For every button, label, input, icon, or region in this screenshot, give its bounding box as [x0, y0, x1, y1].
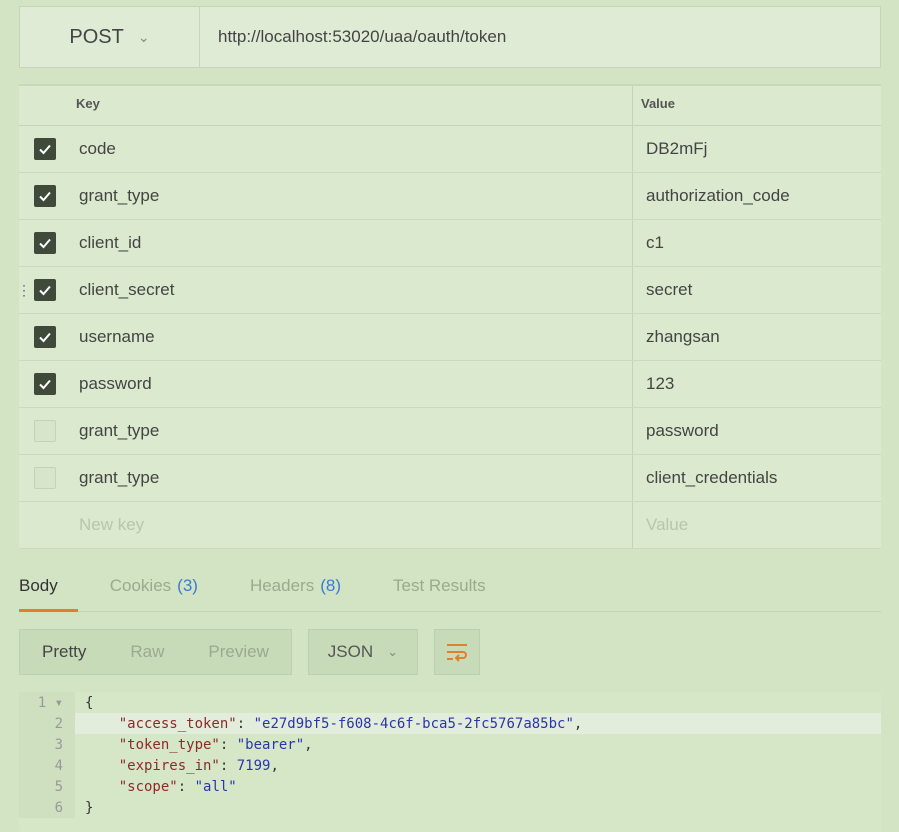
- param-row: grant_type client_credentials: [19, 455, 881, 502]
- key-column-header: Key: [71, 86, 633, 125]
- chevron-down-icon: ⌄: [387, 644, 399, 659]
- param-key[interactable]: client_secret: [71, 267, 633, 313]
- param-key[interactable]: client_id: [71, 220, 633, 266]
- checkmark-icon: [39, 144, 51, 155]
- headers-count: (8): [320, 575, 341, 595]
- line-number: 2: [19, 713, 75, 734]
- method-label: POST: [69, 25, 124, 48]
- drag-handle-icon[interactable]: ⋮: [17, 282, 31, 299]
- tab-body-label: Body: [19, 575, 58, 595]
- line-number: 6: [19, 797, 75, 818]
- param-row: password 123: [19, 361, 881, 408]
- param-checkbox[interactable]: [34, 185, 56, 207]
- tab-cookies-label: Cookies: [109, 575, 172, 595]
- param-key[interactable]: code: [71, 126, 633, 172]
- code-text: "token_type": "bearer",: [118, 736, 313, 753]
- param-row: code DB2mFj: [19, 126, 881, 173]
- tab-tests-label: Test Results: [393, 575, 486, 595]
- code-line: 6 }: [19, 797, 881, 818]
- param-value[interactable]: password: [633, 421, 881, 441]
- tab-headers[interactable]: Headers (8): [250, 560, 341, 611]
- format-label: JSON: [327, 642, 374, 661]
- checkmark-icon: [39, 285, 51, 296]
- param-value[interactable]: zhangsan: [633, 327, 881, 347]
- format-select[interactable]: JSON ⌄: [307, 629, 418, 675]
- checkmark-icon: [39, 332, 51, 343]
- param-value[interactable]: secret: [633, 280, 881, 300]
- param-checkbox[interactable]: [34, 232, 56, 254]
- param-checkbox[interactable]: [34, 420, 56, 442]
- params-table: Key Value code DB2mFj grant_type authori…: [17, 84, 881, 549]
- view-mode-group: Pretty Raw Preview: [19, 629, 292, 675]
- param-row: client_id c1: [19, 220, 881, 267]
- value-column-header: Value: [641, 96, 675, 111]
- tab-body[interactable]: Body: [19, 560, 78, 612]
- code-line: 4 "expires_in": 7199,: [19, 755, 881, 776]
- code-line: 5 "scope": "all": [19, 776, 881, 797]
- param-checkbox[interactable]: [34, 326, 56, 348]
- checkmark-icon: [39, 379, 51, 390]
- line-number: 5: [19, 776, 75, 797]
- checkmark-icon: [39, 191, 51, 202]
- param-value[interactable]: authorization_code: [633, 186, 881, 206]
- params-header: Key Value: [19, 86, 881, 126]
- response-toolbar: Pretty Raw Preview JSON ⌄: [19, 629, 480, 675]
- line-number: 1 ▾: [19, 692, 75, 713]
- code-text: "scope": "all": [118, 778, 237, 795]
- param-checkbox[interactable]: [34, 279, 56, 301]
- wrap-lines-button[interactable]: [433, 629, 480, 675]
- param-row: grant_type authorization_code: [19, 173, 881, 220]
- param-checkbox[interactable]: [34, 373, 56, 395]
- param-key[interactable]: grant_type: [71, 173, 633, 219]
- line-number: 4: [19, 755, 75, 776]
- param-checkbox[interactable]: [34, 467, 56, 489]
- url-input[interactable]: http://localhost:53020/uaa/oauth/token: [200, 27, 506, 47]
- response-tabs: Body Cookies (3) Headers (8) Test Results: [19, 560, 881, 612]
- cookies-count: (3): [177, 575, 198, 595]
- chevron-down-icon: ⌄: [137, 28, 150, 45]
- new-value-input[interactable]: Value: [633, 515, 881, 535]
- method-select[interactable]: POST ⌄: [20, 7, 200, 67]
- param-key[interactable]: grant_type: [71, 455, 633, 501]
- raw-button[interactable]: Raw: [108, 642, 186, 662]
- param-value[interactable]: 123: [633, 374, 881, 394]
- preview-button[interactable]: Preview: [186, 642, 290, 662]
- wrap-icon: [446, 644, 467, 662]
- code-text: "expires_in": 7199,: [118, 757, 279, 774]
- new-key-input[interactable]: New key: [71, 502, 633, 548]
- code-text: {: [85, 694, 94, 711]
- request-bar: POST ⌄ http://localhost:53020/uaa/oauth/…: [19, 6, 881, 68]
- param-row: username zhangsan: [19, 314, 881, 361]
- param-row: grant_type password: [19, 408, 881, 455]
- param-checkbox[interactable]: [34, 138, 56, 160]
- pretty-button[interactable]: Pretty: [20, 642, 108, 662]
- param-row: ⋮ client_secret secret: [17, 267, 881, 314]
- code-line: 3 "token_type": "bearer",: [19, 734, 881, 755]
- response-body: 1 ▾ { 2 "access_token": "e27d9bf5-f608-4…: [19, 692, 881, 832]
- checkmark-icon: [39, 238, 51, 249]
- tab-headers-label: Headers: [249, 575, 315, 595]
- code-text: }: [85, 799, 94, 816]
- param-value[interactable]: client_credentials: [633, 468, 881, 488]
- param-value[interactable]: DB2mFj: [633, 139, 881, 159]
- param-key[interactable]: password: [71, 361, 633, 407]
- tab-test-results[interactable]: Test Results: [393, 560, 486, 611]
- param-key[interactable]: username: [71, 314, 633, 360]
- new-param-row: New key Value: [19, 502, 881, 549]
- line-number: 3: [19, 734, 75, 755]
- code-text: "access_token": "e27d9bf5-f608-4c6f-bca5…: [118, 715, 583, 732]
- code-line: 1 ▾ {: [19, 692, 881, 713]
- param-value[interactable]: c1: [633, 233, 881, 253]
- code-line: 2 "access_token": "e27d9bf5-f608-4c6f-bc…: [19, 713, 881, 734]
- param-key[interactable]: grant_type: [71, 408, 633, 454]
- tab-cookies[interactable]: Cookies (3): [110, 560, 198, 611]
